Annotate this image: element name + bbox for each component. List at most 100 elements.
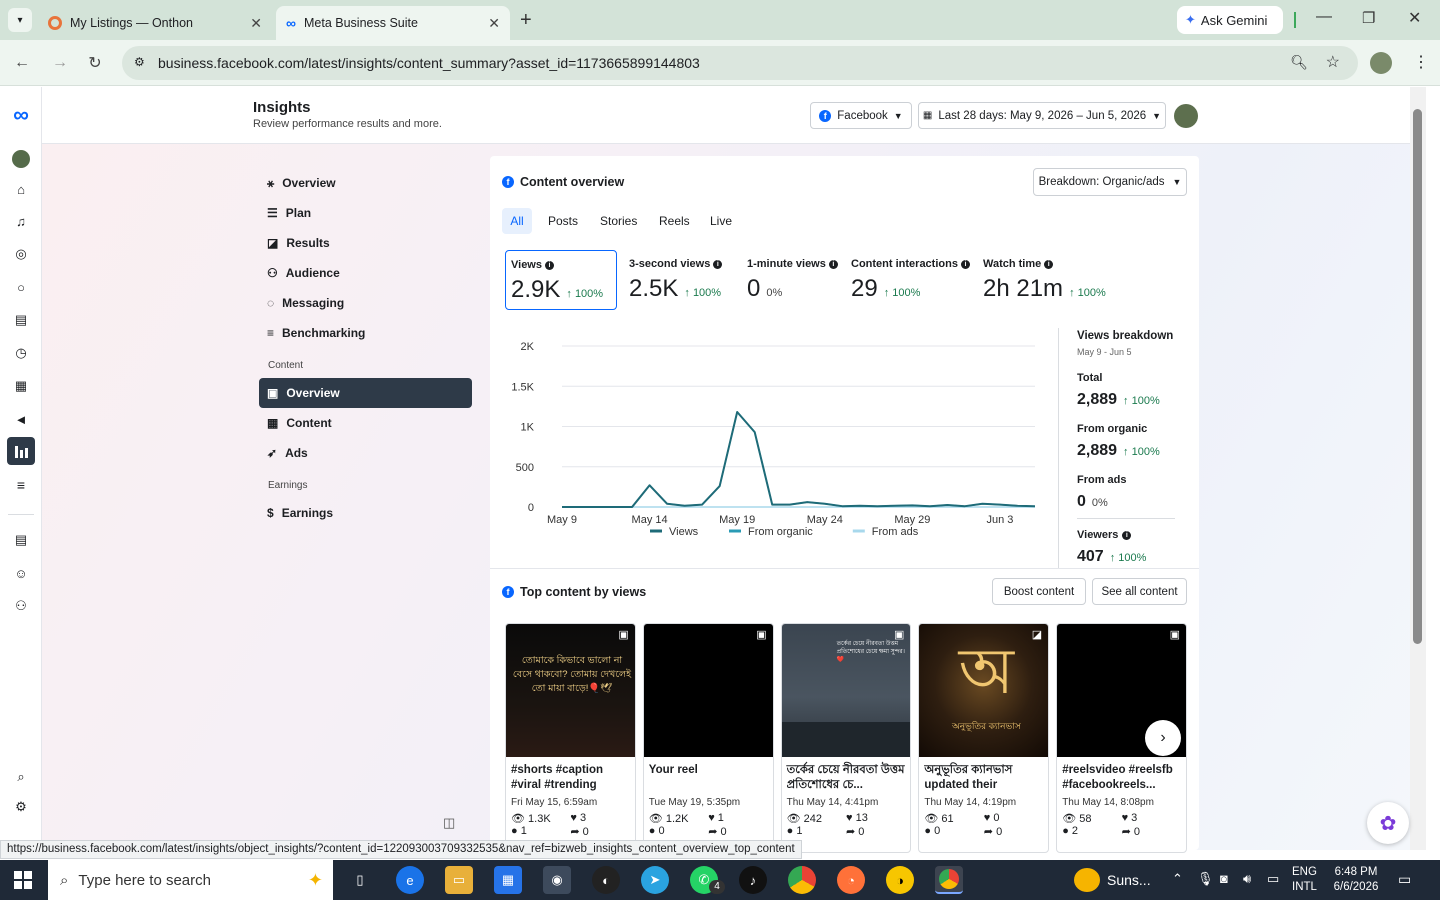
new-tab-icon[interactable]: + [520, 9, 532, 32]
system-clock[interactable]: 6:48 PM 6/6/2026 [1328, 865, 1384, 895]
boost-content-button[interactable]: Boost content [992, 578, 1086, 605]
menu-kebab-icon[interactable]: ⋮ [1413, 52, 1429, 72]
clock-planner-icon[interactable]: ◷ [11, 343, 31, 363]
metric-views-card[interactable]: Views i 2.9K ↑ 100% [505, 250, 617, 310]
info-icon[interactable]: i [960, 259, 970, 269]
sidebar-item-ads[interactable]: ➶ Ads [259, 438, 472, 468]
platform-selector[interactable]: f Facebook ▼ [810, 102, 912, 129]
address-bar[interactable]: ⚙ business.facebook.com/latest/insights/… [122, 46, 1358, 80]
breakdown-dropdown[interactable]: Breakdown: Organic/ads ▼ [1033, 168, 1187, 196]
page-scrollbar[interactable] [1410, 87, 1426, 850]
tab-stories[interactable]: Stories [600, 214, 637, 228]
home-icon[interactable]: ⌂ [11, 179, 31, 199]
back-icon[interactable]: ← [12, 53, 32, 73]
sidebar-item-overview[interactable]: ⚹ Overview [259, 168, 472, 198]
tab-all[interactable]: All [502, 208, 532, 234]
account-avatar-icon[interactable] [11, 149, 31, 169]
app-icon[interactable]: ◑ [886, 866, 914, 894]
tab-posts[interactable]: Posts [548, 214, 578, 228]
tab-reels[interactable]: Reels [659, 214, 690, 228]
edge-browser-icon[interactable]: e [396, 866, 424, 894]
business-assets-icon[interactable]: ⚇ [11, 596, 31, 616]
reload-icon[interactable]: ↻ [85, 53, 105, 73]
all-tools-menu-icon[interactable]: ≡ [11, 475, 31, 495]
metric-watch-time-card[interactable]: Watch time i 2h 21m ↑ 100% [983, 250, 1123, 310]
search-icon[interactable]: ⌕ [11, 767, 31, 787]
bookmark-star-icon[interactable]: ☆ [1326, 52, 1340, 72]
microsoft-store-icon[interactable]: ▦ [494, 866, 522, 894]
sidebar-item-earnings[interactable]: $ Earnings [259, 498, 472, 528]
tab-live[interactable]: Live [710, 214, 732, 228]
info-icon[interactable]: i [1044, 259, 1054, 269]
tab-meta-business-suite[interactable]: ∞ Meta Business Suite ✕ [276, 6, 510, 40]
sidebar-item-benchmarking[interactable]: ≡ Benchmarking [259, 318, 472, 348]
camera-tray-icon[interactable]: ◙ [1220, 871, 1228, 886]
content-card[interactable]: ▣ তোমাকে কিভাবে ভালো না বেসে থাকবো? তোমা… [505, 623, 636, 853]
ask-gemini-button[interactable]: ✦ Ask Gemini [1177, 6, 1283, 34]
sidebar-item-plan[interactable]: ☰ Plan [259, 198, 472, 228]
posts-stack-icon[interactable]: ▤ [11, 310, 31, 330]
settings-gear-icon[interactable]: ⚙ [11, 797, 31, 817]
network-icon[interactable]: ▭ [1267, 871, 1279, 887]
ads-megaphone-icon[interactable]: ◄ [11, 409, 31, 429]
taskbar-search-box[interactable]: ⌕ Type here to search ✦ [48, 860, 333, 900]
sidebar-item-audience[interactable]: ⚇ Audience [259, 258, 472, 288]
minimize-icon[interactable]: — [1316, 8, 1332, 26]
sidebar-item-content[interactable]: ▦ Content [259, 408, 472, 438]
metric-3s-views-card[interactable]: 3-second views i 2.5K ↑ 100% [629, 250, 741, 310]
close-tab-icon[interactable]: ✕ [488, 15, 500, 32]
sidebar-item-results[interactable]: ◪ Results [259, 228, 472, 258]
zoom-icon[interactable]: 🔍︎ [1290, 54, 1308, 71]
weather-text[interactable]: Suns... [1107, 872, 1151, 888]
site-settings-icon[interactable]: ⚙ [134, 55, 145, 69]
info-icon[interactable]: i [713, 259, 723, 269]
info-icon[interactable]: i [1122, 530, 1132, 540]
close-window-icon[interactable]: ✕ [1408, 8, 1421, 28]
tiktok-icon[interactable]: ♪ [739, 866, 767, 894]
metric-interactions-card[interactable]: Content interactions i 29 ↑ 100% [851, 250, 971, 310]
tab-search-button[interactable]: ▾ [8, 8, 32, 32]
notification-center-icon[interactable]: ▭ [1398, 871, 1411, 888]
inbox-chat-icon[interactable]: ○ [11, 277, 31, 297]
task-view-icon[interactable]: ▯ [346, 866, 374, 894]
content-card[interactable]: ▣ তর্কের চেয়ে নীরবতা উত্তম প্রতিশোধের চ… [780, 623, 912, 853]
collapse-sidebar-icon[interactable]: ◫ [443, 815, 455, 831]
meta-logo-icon[interactable]: ∞ [7, 102, 35, 127]
forward-icon[interactable]: → [50, 53, 70, 73]
tray-chevron-up-icon[interactable]: ⌃ [1172, 871, 1183, 887]
page-avatar[interactable] [1174, 104, 1198, 128]
microphone-icon[interactable]: 🎙︎ [1197, 871, 1214, 887]
date-range-selector[interactable]: ▦ Last 28 days: May 9, 2026 – Jun 5, 202… [918, 102, 1166, 129]
language-indicator[interactable]: ENG INTL [1292, 865, 1317, 895]
notifications-bell-icon[interactable]: ♫ [11, 211, 31, 231]
calendar-icon[interactable]: ▦ [11, 376, 31, 396]
people-icon[interactable]: ☺ [11, 563, 31, 583]
volume-icon[interactable]: 🔊︎ [1243, 871, 1251, 887]
sidebar-item-content-overview[interactable]: ▣ Overview [259, 378, 472, 408]
tab-my-listings[interactable]: My Listings — Onthon ✕ [38, 6, 272, 40]
ai-assistant-flower-icon[interactable]: ✿ [1367, 802, 1409, 844]
firefox-icon[interactable]: ◔ [837, 866, 865, 894]
obs-icon[interactable]: ◐ [592, 866, 620, 894]
windows-start-icon[interactable] [14, 871, 32, 889]
insights-bar-chart-icon[interactable] [7, 437, 35, 465]
camera-app-icon[interactable]: ◉ [543, 866, 571, 894]
telegram-icon[interactable]: ➤ [641, 866, 669, 894]
weather-sun-icon[interactable] [1074, 868, 1100, 892]
billing-icon[interactable]: ▤ [11, 530, 31, 550]
see-all-content-button[interactable]: See all content [1092, 578, 1187, 605]
profile-avatar[interactable] [1370, 52, 1392, 74]
info-icon[interactable]: i [828, 259, 838, 269]
compass-icon[interactable]: ◎ [11, 244, 31, 264]
carousel-next-button[interactable]: › [1145, 720, 1181, 756]
chrome-active-window-icon[interactable] [935, 866, 963, 894]
metric-1m-views-card[interactable]: 1-minute views i 0 0% [747, 250, 842, 310]
content-card[interactable]: ◪ অ অনুভূতির ক্যানভাস অনুভূতির ক্যানভাস … [918, 623, 1050, 853]
scrollbar-thumb[interactable] [1413, 109, 1422, 644]
file-explorer-icon[interactable]: ▭ [445, 866, 473, 894]
restore-icon[interactable]: ❐ [1362, 9, 1375, 27]
close-tab-icon[interactable]: ✕ [250, 15, 262, 32]
chrome-icon[interactable] [788, 866, 816, 894]
info-icon[interactable]: i [545, 260, 554, 270]
sidebar-item-messaging[interactable]: ◌ Messaging [259, 288, 472, 318]
